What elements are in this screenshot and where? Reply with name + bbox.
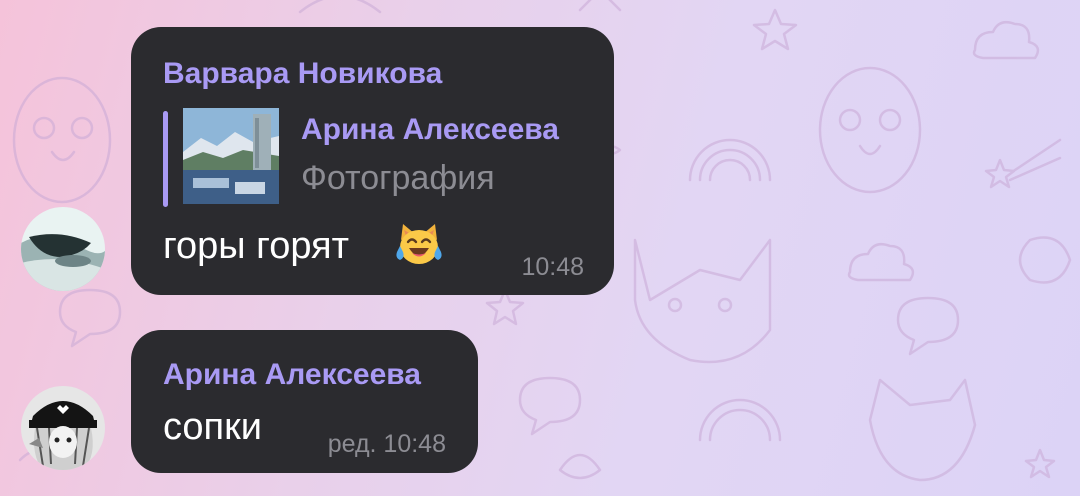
sender-name[interactable]: Арина Алексеева [163,358,421,392]
reply-bar [163,111,168,207]
message-text: сопки [163,406,262,448]
reply-author-name: Арина Алексеева [301,113,559,146]
sender-avatar[interactable] [21,386,105,470]
avatar-image [21,386,105,470]
message-bubble[interactable]: Варвара Новикова Арина Алексеева Фотогра… [131,27,614,295]
message-edited-time: ред. 10:48 [327,430,446,458]
reply-media-type: Фотография [301,159,495,197]
sender-name[interactable]: Варвара Новикова [163,57,442,91]
avatar-image [21,207,105,291]
reply-photo-thumbnail [183,108,279,204]
cat-tears-of-joy-emoji [396,224,442,264]
message-bubble[interactable]: Арина Алексеева сопки ред. 10:48 [131,330,478,473]
message-text: горы горят [163,225,350,267]
message-time: 10:48 [521,253,584,281]
sender-avatar[interactable] [21,207,105,291]
